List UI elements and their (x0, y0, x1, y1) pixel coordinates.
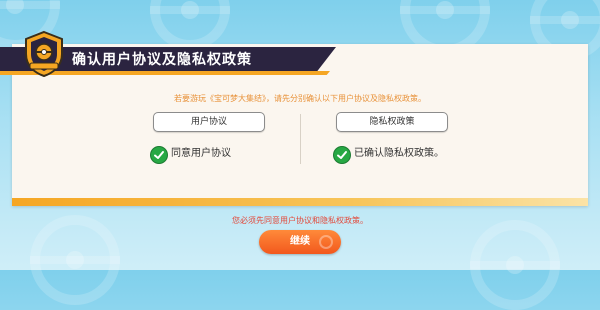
continue-button[interactable]: 继续 (259, 230, 341, 254)
checkmark-icon (154, 151, 164, 159)
agree-user-agreement-label: 同意用户协议 (171, 148, 231, 159)
pokeball-bg-icon (470, 220, 560, 310)
dialog-title: 确认用户协议及隐私权政策 (72, 52, 252, 68)
user-agreement-button[interactable]: 用户协议 (153, 112, 265, 132)
unite-badge-icon (25, 30, 63, 78)
pokeball-bg-icon (30, 215, 120, 305)
checkmark-icon (337, 151, 347, 159)
pokeball-icon (319, 235, 333, 249)
column-divider (300, 114, 301, 164)
notice-text: 若要游玩《宝可梦大集结》，请先分别确认以下用户协议及隐私权政策。 (174, 94, 426, 103)
agree-user-agreement-checkbox[interactable] (150, 146, 168, 164)
dialog-footer-band (12, 198, 588, 206)
privacy-policy-button[interactable]: 隐私权政策 (336, 112, 448, 132)
pokeball-bg-icon (150, 0, 230, 50)
continue-button-label: 继续 (290, 236, 310, 247)
confirm-privacy-label: 已确认隐私权政策。 (354, 148, 444, 159)
warning-text: 您必须先同意用户协议和隐私权政策。 (232, 216, 368, 225)
confirm-privacy-checkbox[interactable] (333, 146, 351, 164)
